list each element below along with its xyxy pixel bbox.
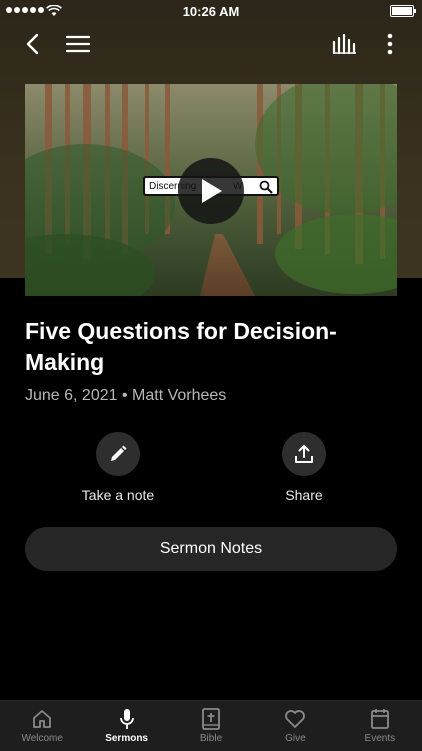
menu-button[interactable] [62, 30, 94, 58]
tab-events[interactable]: Events [338, 701, 422, 751]
tab-sermons[interactable]: Sermons [84, 701, 168, 751]
magnifier-icon [259, 180, 273, 194]
tab-bible[interactable]: Bible [169, 701, 253, 751]
bible-icon [202, 708, 220, 730]
tab-events-label: Events [364, 733, 396, 744]
hamburger-icon [66, 35, 90, 53]
play-icon [202, 179, 222, 203]
heart-icon [285, 710, 306, 728]
tab-welcome-label: Welcome [21, 733, 63, 744]
back-button[interactable] [18, 30, 46, 58]
tab-welcome[interactable]: Welcome [0, 701, 84, 751]
audio-button[interactable] [330, 30, 360, 58]
more-options-button[interactable] [376, 30, 404, 58]
take-note-button[interactable]: Take a note [48, 432, 188, 503]
tab-bar: Welcome Sermons Bible Give Events [0, 700, 422, 751]
chevron-left-icon [26, 33, 39, 55]
tab-bible-label: Bible [199, 733, 223, 744]
more-vertical-icon [387, 33, 393, 55]
tab-sermons-label: Sermons [105, 733, 148, 744]
play-button[interactable] [178, 158, 244, 224]
tab-give[interactable]: Give [253, 701, 337, 751]
calendar-icon [370, 709, 389, 729]
take-note-circle [96, 432, 140, 476]
sermon-title: Five Questions for Decision-Making [25, 318, 337, 375]
share-button[interactable]: Share [234, 432, 374, 503]
tab-give-label: Give [285, 733, 306, 744]
share-label: Share [285, 487, 323, 503]
share-circle [282, 432, 326, 476]
home-icon [33, 710, 52, 728]
microphone-icon [119, 709, 134, 729]
share-upload-icon [295, 445, 313, 463]
take-note-label: Take a note [81, 487, 155, 503]
audio-bars-icon [332, 34, 356, 54]
status-time: 10:26 AM [182, 4, 240, 19]
sermon-meta: June 6, 2021 • Matt Vorhees [25, 387, 227, 404]
sermon-notes-button[interactable]: Sermon Notes [25, 527, 397, 571]
status-bar: 10:26 AM [0, 0, 422, 22]
pencil-icon [111, 445, 127, 461]
battery-icon [390, 5, 416, 17]
